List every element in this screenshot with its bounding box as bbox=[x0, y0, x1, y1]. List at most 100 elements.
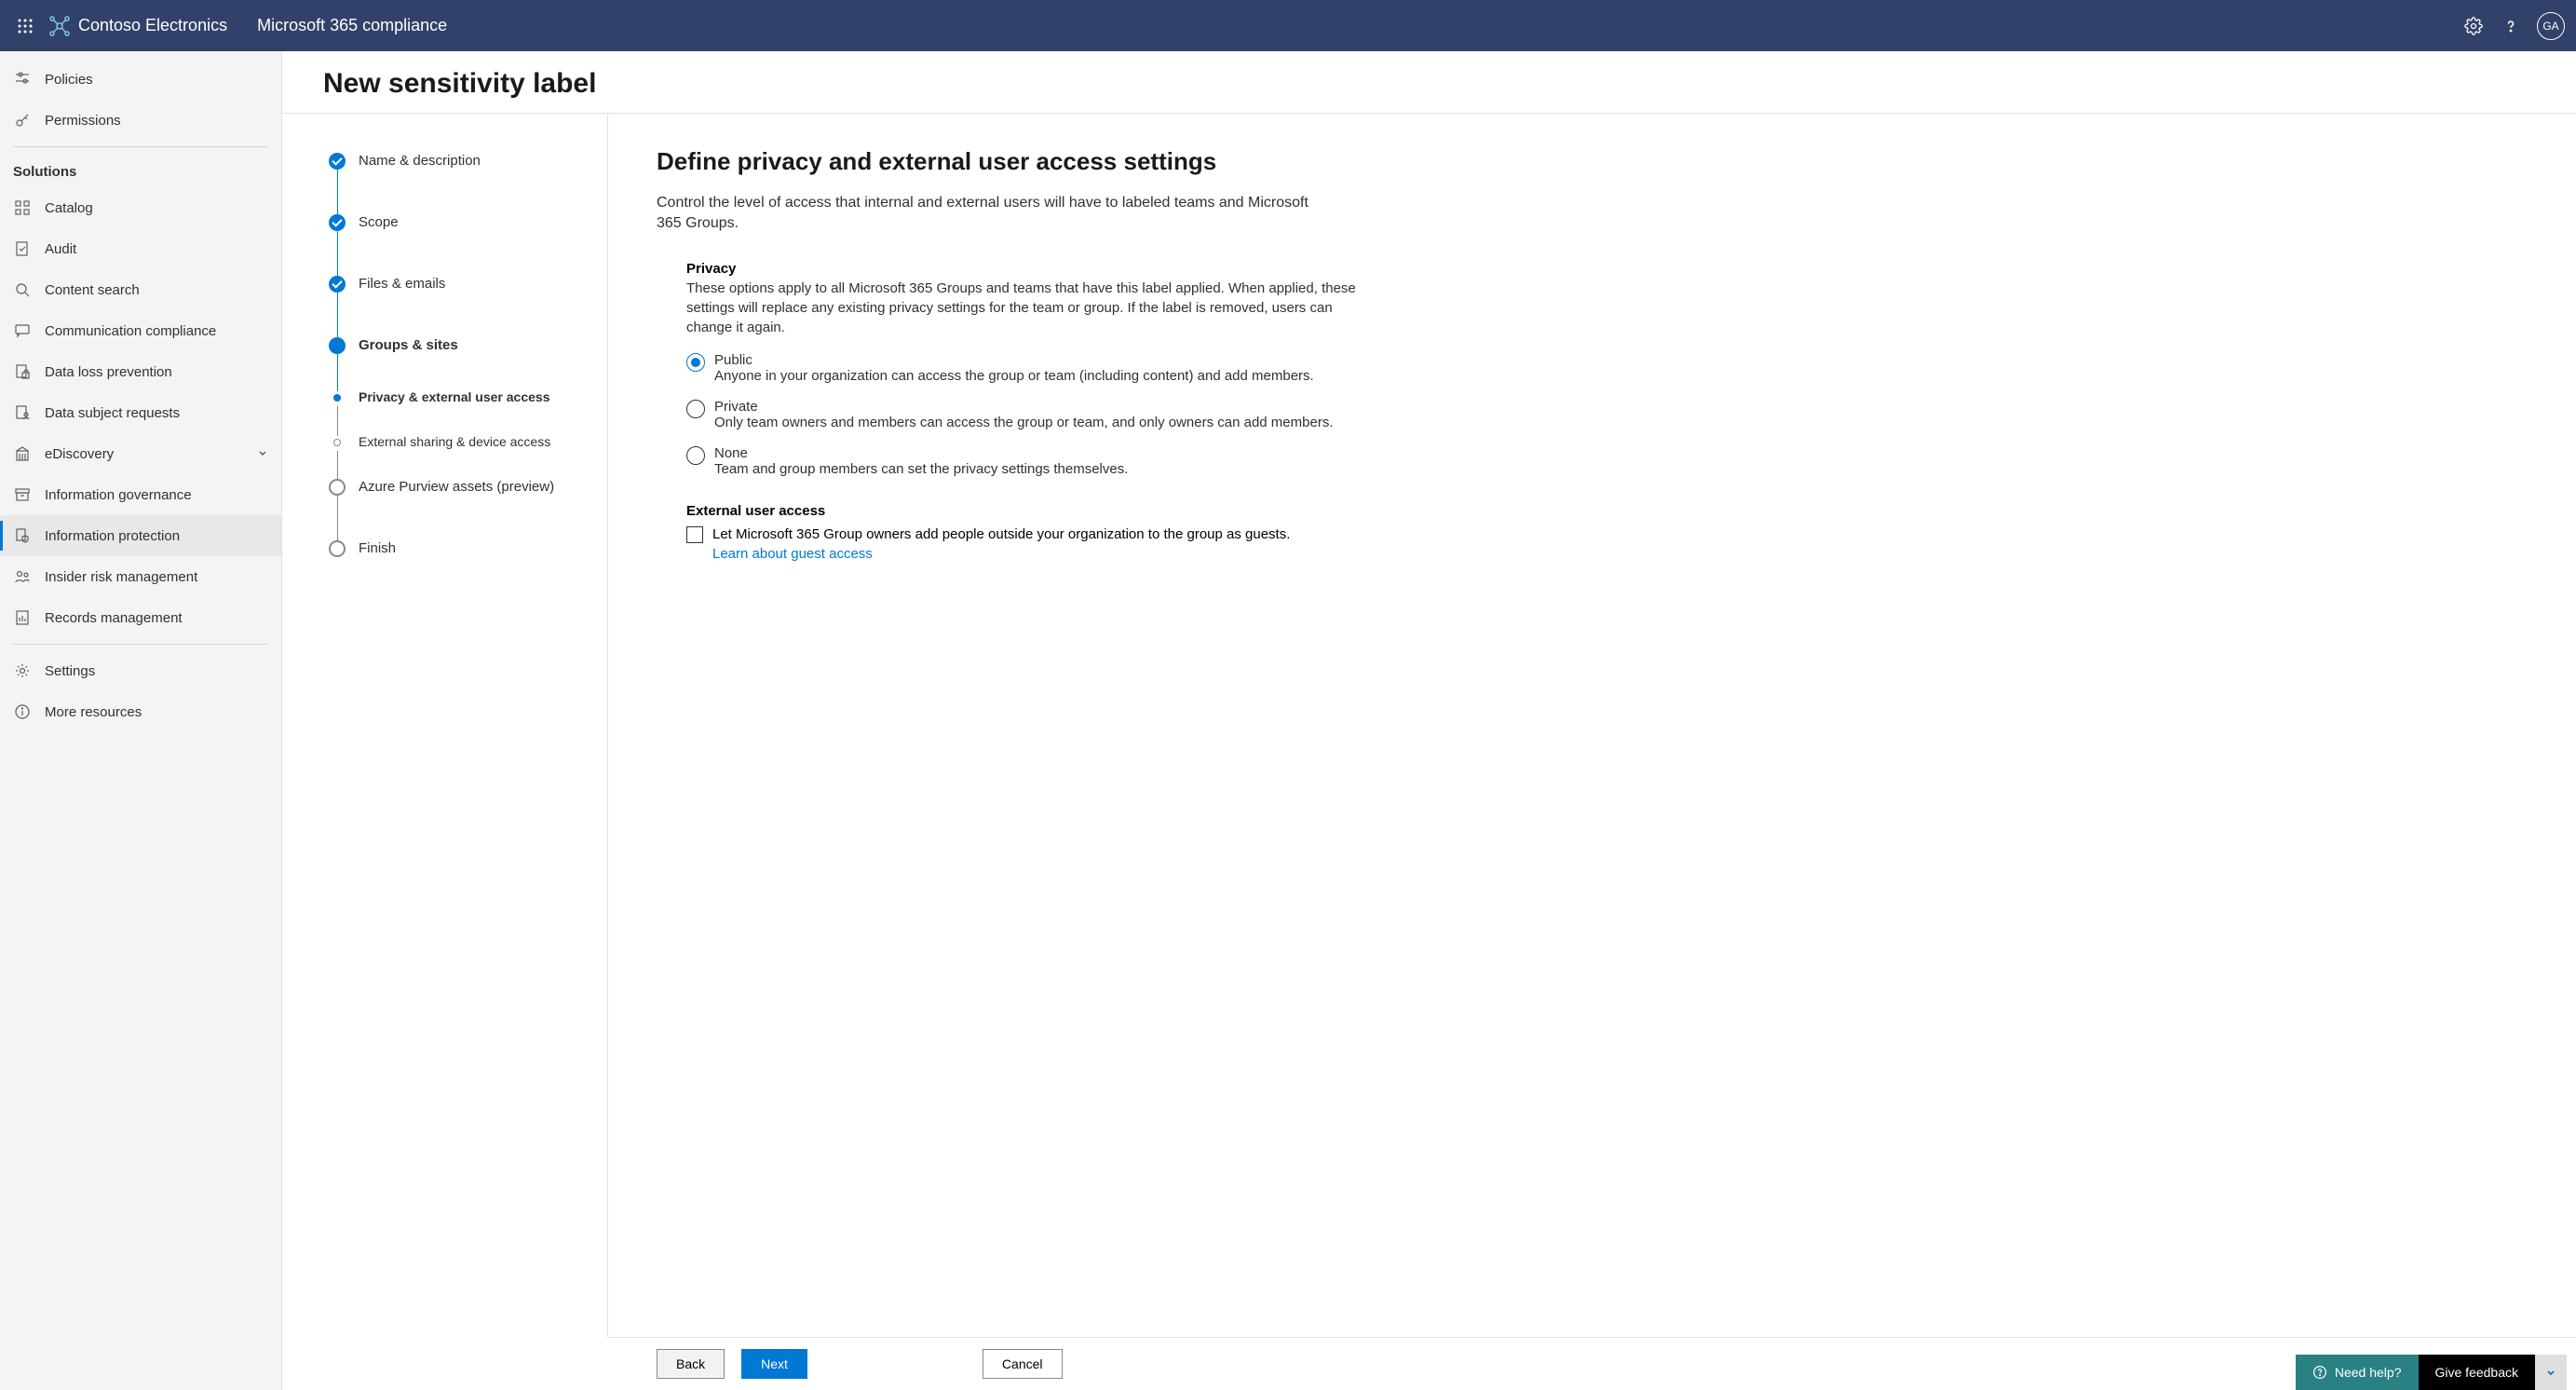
nav-records-management[interactable]: Records management bbox=[0, 597, 281, 638]
avatar-initials: GA bbox=[2542, 20, 2558, 33]
nav-label: Data loss prevention bbox=[45, 364, 172, 380]
search-icon bbox=[13, 280, 32, 299]
step-name-description[interactable]: Name & description bbox=[329, 153, 579, 214]
radio-title: None bbox=[714, 445, 1357, 461]
page-title: New sensitivity label bbox=[323, 68, 2535, 100]
radio-subtitle: Only team owners and members can access … bbox=[714, 415, 1357, 430]
chat-icon bbox=[13, 321, 32, 340]
sliders-icon bbox=[13, 70, 32, 89]
step-current-icon bbox=[329, 337, 346, 354]
helper-collapse-button[interactable] bbox=[2535, 1355, 2567, 1390]
substep-privacy-external[interactable]: Privacy & external user access bbox=[329, 389, 579, 434]
external-access-section: External user access Let Microsoft 365 G… bbox=[686, 503, 1357, 564]
nav-divider bbox=[13, 644, 268, 645]
nav-ediscovery[interactable]: eDiscovery bbox=[0, 433, 281, 474]
checkbox-label: Let Microsoft 365 Group owners add peopl… bbox=[712, 526, 1290, 542]
nav-catalog[interactable]: Catalog bbox=[0, 187, 281, 228]
substep-future-icon bbox=[333, 439, 341, 446]
checkbox-icon[interactable] bbox=[686, 526, 703, 543]
document-person-icon bbox=[13, 403, 32, 422]
nav-label: Records management bbox=[45, 610, 183, 626]
nav-content-search[interactable]: Content search bbox=[0, 269, 281, 310]
step-finish[interactable]: Finish bbox=[329, 540, 579, 559]
nav-label: Permissions bbox=[45, 113, 121, 129]
nav-label: More resources bbox=[45, 704, 142, 720]
nav-insider-risk-management[interactable]: Insider risk management bbox=[0, 556, 281, 597]
help-icon[interactable] bbox=[2492, 7, 2529, 45]
helper-bar: Need help? Give feedback bbox=[2296, 1355, 2567, 1390]
step-future-icon bbox=[329, 540, 346, 557]
chevron-down-icon bbox=[257, 446, 268, 462]
org-logo[interactable]: Contoso Electronics bbox=[48, 15, 227, 37]
give-feedback-button[interactable]: Give feedback bbox=[2419, 1355, 2536, 1390]
page-title-bar: New sensitivity label bbox=[282, 51, 2576, 114]
need-help-label: Need help? bbox=[2335, 1365, 2402, 1380]
radio-subtitle: Team and group members can set the priva… bbox=[714, 461, 1357, 477]
next-button[interactable]: Next bbox=[741, 1349, 807, 1379]
nav-settings[interactable]: Settings bbox=[0, 650, 281, 691]
step-groups-sites[interactable]: Groups & sites bbox=[329, 337, 579, 389]
radio-icon[interactable] bbox=[686, 400, 705, 418]
learn-guest-access-link[interactable]: Learn about guest access bbox=[712, 546, 873, 562]
nav-information-protection[interactable]: Information protection bbox=[0, 515, 281, 556]
grid-icon bbox=[13, 198, 32, 217]
nav-information-governance[interactable]: Information governance bbox=[0, 474, 281, 515]
step-azure-purview[interactable]: Azure Purview assets (preview) bbox=[329, 479, 579, 540]
main-content: New sensitivity label Name & description… bbox=[282, 51, 2576, 1390]
document-chart-icon bbox=[13, 608, 32, 627]
nav-permissions[interactable]: Permissions bbox=[0, 100, 281, 141]
left-nav: Policies Permissions Solutions Catalog A… bbox=[0, 51, 282, 1390]
gear-icon bbox=[13, 661, 32, 680]
settings-gear-icon[interactable] bbox=[2455, 7, 2492, 45]
org-logo-icon bbox=[48, 15, 71, 37]
step-scope[interactable]: Scope bbox=[329, 214, 579, 276]
external-guest-checkbox-row[interactable]: Let Microsoft 365 Group owners add peopl… bbox=[686, 525, 1357, 564]
form-heading: Define privacy and external user access … bbox=[657, 147, 2528, 176]
nav-label: eDiscovery bbox=[45, 446, 114, 462]
nav-label: Content search bbox=[45, 282, 140, 298]
key-icon bbox=[13, 111, 32, 129]
step-files-emails[interactable]: Files & emails bbox=[329, 276, 579, 337]
app-header: Contoso Electronics Microsoft 365 compli… bbox=[0, 0, 2576, 51]
wizard-stepper: Name & description Scope Files & emails … bbox=[282, 114, 608, 1337]
user-avatar[interactable]: GA bbox=[2537, 12, 2565, 40]
nav-section-solutions: Solutions bbox=[0, 153, 281, 187]
need-help-button[interactable]: Need help? bbox=[2296, 1355, 2419, 1390]
radio-icon[interactable] bbox=[686, 446, 705, 465]
step-complete-icon bbox=[329, 153, 346, 170]
nav-communication-compliance[interactable]: Communication compliance bbox=[0, 310, 281, 351]
nav-data-subject-requests[interactable]: Data subject requests bbox=[0, 392, 281, 433]
nav-divider bbox=[13, 146, 268, 147]
nav-label: Catalog bbox=[45, 200, 93, 216]
feedback-label: Give feedback bbox=[2435, 1365, 2519, 1380]
people-risk-icon bbox=[13, 567, 32, 586]
external-heading: External user access bbox=[686, 503, 1357, 519]
radio-title: Public bbox=[714, 352, 1357, 368]
nav-label: Information protection bbox=[45, 528, 180, 544]
info-icon bbox=[13, 702, 32, 721]
nav-data-loss-prevention[interactable]: Data loss prevention bbox=[0, 351, 281, 392]
building-icon bbox=[13, 444, 32, 463]
step-complete-icon bbox=[329, 276, 346, 293]
privacy-section: Privacy These options apply to all Micro… bbox=[686, 261, 1357, 477]
cancel-button[interactable]: Cancel bbox=[983, 1349, 1063, 1379]
nav-more-resources[interactable]: More resources bbox=[0, 691, 281, 732]
substep-current-icon bbox=[333, 394, 341, 402]
substep-external-sharing[interactable]: External sharing & device access bbox=[329, 434, 579, 479]
radio-selected-icon[interactable] bbox=[686, 353, 705, 372]
wizard-form: Define privacy and external user access … bbox=[608, 114, 2576, 1337]
privacy-option-private[interactable]: Private Only team owners and members can… bbox=[686, 399, 1357, 430]
nav-audit[interactable]: Audit bbox=[0, 228, 281, 269]
nav-label: Information governance bbox=[45, 487, 192, 503]
back-button[interactable]: Back bbox=[657, 1349, 725, 1379]
privacy-option-none[interactable]: None Team and group members can set the … bbox=[686, 445, 1357, 477]
app-title: Microsoft 365 compliance bbox=[257, 16, 447, 35]
nav-policies[interactable]: Policies bbox=[0, 59, 281, 100]
privacy-desc: These options apply to all Microsoft 365… bbox=[686, 279, 1357, 337]
document-check-icon bbox=[13, 239, 32, 258]
radio-title: Private bbox=[714, 399, 1357, 415]
nav-label: Insider risk management bbox=[45, 569, 197, 585]
app-launcher-icon[interactable] bbox=[11, 12, 39, 40]
privacy-option-public[interactable]: Public Anyone in your organization can a… bbox=[686, 352, 1357, 384]
radio-subtitle: Anyone in your organization can access t… bbox=[714, 368, 1357, 384]
